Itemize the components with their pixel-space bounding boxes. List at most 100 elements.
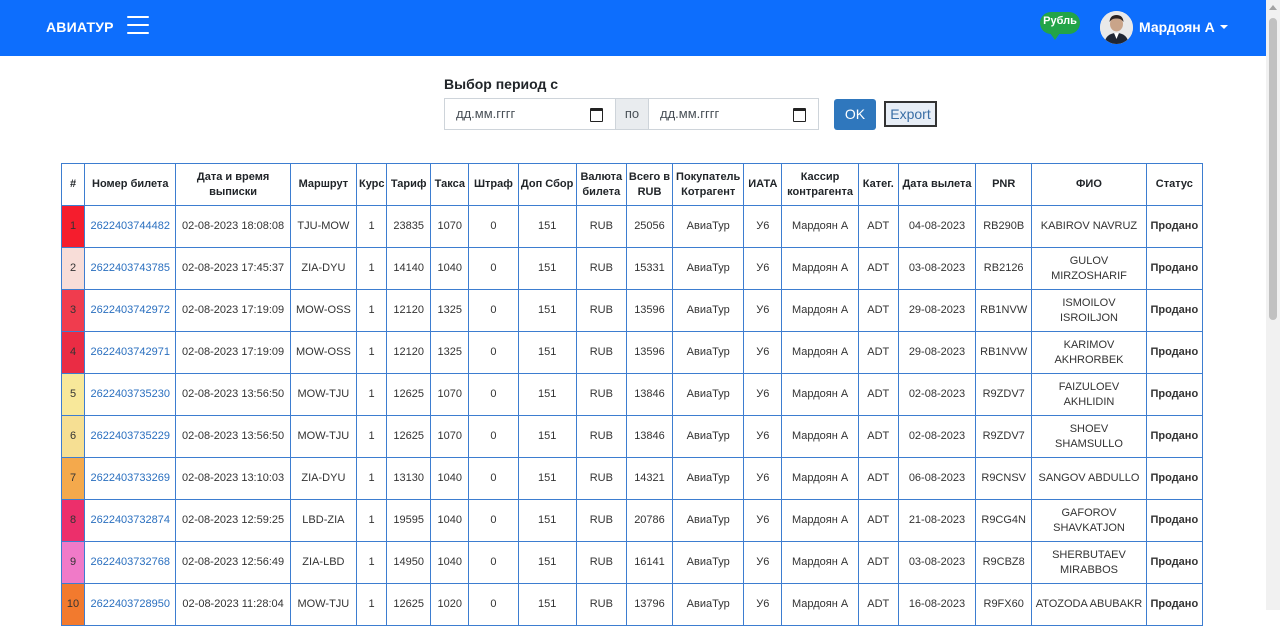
ok-button[interactable]: OK: [834, 99, 876, 130]
category-cell: ADT: [857, 247, 899, 290]
pnr-cell: RB290B: [975, 205, 1033, 248]
iata-cell: У6: [743, 373, 783, 416]
scrollbar-thumb[interactable]: [1269, 18, 1277, 320]
status-cell: Продано: [1145, 289, 1204, 332]
row-number-cell: 6: [60, 415, 86, 458]
ticket-currency-cell: RUB: [575, 373, 627, 416]
date-to-placeholder: дд.мм.гггг: [660, 106, 720, 121]
menu-hamburger-icon[interactable]: [127, 16, 149, 36]
route-cell: ZIA-DYU: [289, 247, 358, 290]
fine-cell: 0: [468, 499, 519, 542]
ticket-number-link[interactable]: 2622403732768: [90, 556, 170, 568]
departure-date-cell: 16-08-2023: [897, 583, 977, 626]
table-row: 9 2622403732768 02-08-2023 12:56:49 ZIA-LBD…: [60, 541, 1204, 584]
column-header: Дата вылета: [897, 163, 977, 206]
ticket-number-link[interactable]: 2622403732874: [90, 514, 170, 526]
fine-cell: 0: [468, 331, 519, 374]
user-avatar[interactable]: [1100, 11, 1133, 44]
pnr-cell: R9CNSV: [975, 457, 1033, 500]
ticket-number-cell: 2622403728950: [84, 583, 177, 626]
course-cell: 1: [355, 415, 388, 458]
column-header: #: [60, 163, 86, 206]
passenger-name-cell: GULOV MIRZOSHARIF: [1031, 247, 1147, 290]
date-from-input[interactable]: дд.мм.гггг: [444, 98, 616, 130]
tax-cell: 1040: [430, 247, 470, 290]
ticket-number-link[interactable]: 2622403728950: [90, 598, 170, 610]
departure-date-cell: 03-08-2023: [897, 247, 977, 290]
column-header: Кассир контрагента: [781, 163, 859, 206]
date-to-input[interactable]: дд.мм.гггг: [648, 98, 819, 130]
cashier-cell: Мардоян А: [781, 541, 859, 584]
cashier-cell: Мардоян А: [781, 457, 859, 500]
departure-date-cell: 02-08-2023: [897, 373, 977, 416]
ticket-number-link[interactable]: 2622403742972: [90, 304, 170, 316]
category-cell: ADT: [857, 583, 899, 626]
route-cell: MOW-TJU: [289, 415, 358, 458]
ticket-number-link[interactable]: 2622403735230: [90, 388, 170, 400]
scroll-up-arrow-icon[interactable]: [1269, 5, 1277, 10]
user-menu-toggle[interactable]: Мардоян А: [1139, 19, 1228, 35]
fare-cell: 19595: [386, 499, 432, 542]
ticket-number-cell: 2622403735230: [84, 373, 177, 416]
currency-badge[interactable]: Рубль: [1040, 12, 1080, 40]
passenger-name-cell: KABIROV NAVRUZ: [1031, 205, 1147, 248]
top-navbar: АВИАТУР Рубль Мардоян А: [0, 0, 1266, 56]
departure-date-cell: 29-08-2023: [897, 289, 977, 332]
fare-cell: 12120: [386, 331, 432, 374]
table-row: 8 2622403732874 02-08-2023 12:59:25 LBD-ZIA…: [60, 499, 1204, 542]
course-cell: 1: [355, 499, 388, 542]
route-cell: ZIA-DYU: [289, 457, 358, 500]
table-row: 4 2622403742971 02-08-2023 17:19:09 MOW-OSS…: [60, 331, 1204, 374]
calendar-icon[interactable]: [793, 108, 806, 122]
ticket-currency-cell: RUB: [575, 289, 627, 332]
total-rub-cell: 25056: [625, 205, 674, 248]
extra-fee-cell: 151: [517, 247, 577, 290]
tickets-table: # Номер билета Дата и время выписки Марш…: [60, 163, 1204, 626]
column-header: Всего в RUB: [625, 163, 674, 206]
issue-datetime-cell: 02-08-2023 12:59:25: [175, 499, 291, 542]
export-button[interactable]: Export: [884, 101, 937, 127]
passenger-name-cell: FAIZULOEV AKHLIDIN: [1031, 373, 1147, 416]
row-number-cell: 10: [60, 583, 86, 626]
cashier-cell: Мардоян А: [781, 289, 859, 332]
course-cell: 1: [355, 331, 388, 374]
ticket-number-link[interactable]: 2622403742971: [90, 346, 170, 358]
cashier-cell: Мардоян А: [781, 205, 859, 248]
ticket-number-link[interactable]: 2622403744482: [90, 220, 170, 232]
extra-fee-cell: 151: [517, 457, 577, 500]
pnr-cell: RB1NVW: [975, 289, 1033, 332]
ticket-number-cell: 2622403742971: [84, 331, 177, 374]
calendar-icon[interactable]: [590, 108, 603, 122]
ticket-number-link[interactable]: 2622403735229: [90, 430, 170, 442]
ticket-currency-cell: RUB: [575, 331, 627, 374]
table-row: 10 2622403728950 02-08-2023 11:28:04 MOW-TJ…: [60, 583, 1204, 626]
buyer-cell: АвиаТур: [672, 457, 745, 500]
issue-datetime-cell: 02-08-2023 17:45:37: [175, 247, 291, 290]
pnr-cell: RB2126: [975, 247, 1033, 290]
status-cell: Продано: [1145, 247, 1204, 290]
fine-cell: 0: [468, 583, 519, 626]
route-cell: TJU-MOW: [289, 205, 358, 248]
table-row: 3 2622403742972 02-08-2023 17:19:09 MOW-OSS…: [60, 289, 1204, 332]
column-header: Катег.: [857, 163, 899, 206]
course-cell: 1: [355, 289, 388, 332]
ticket-number-link[interactable]: 2622403743785: [90, 262, 170, 274]
extra-fee-cell: 151: [517, 415, 577, 458]
column-header: Статус: [1145, 163, 1204, 206]
brand-logo[interactable]: АВИАТУР: [46, 19, 114, 35]
course-cell: 1: [355, 457, 388, 500]
status-cell: Продано: [1145, 373, 1204, 416]
page-scrollbar[interactable]: [1266, 0, 1280, 610]
extra-fee-cell: 151: [517, 289, 577, 332]
cashier-cell: Мардоян А: [781, 373, 859, 416]
iata-cell: У6: [743, 457, 783, 500]
total-rub-cell: 14321: [625, 457, 674, 500]
total-rub-cell: 13846: [625, 415, 674, 458]
ticket-number-link[interactable]: 2622403733269: [90, 472, 170, 484]
cashier-cell: Мардоян А: [781, 415, 859, 458]
route-cell: MOW-TJU: [289, 583, 358, 626]
column-header: Тариф: [386, 163, 432, 206]
extra-fee-cell: 151: [517, 541, 577, 584]
status-cell: Продано: [1145, 583, 1204, 626]
fine-cell: 0: [468, 289, 519, 332]
